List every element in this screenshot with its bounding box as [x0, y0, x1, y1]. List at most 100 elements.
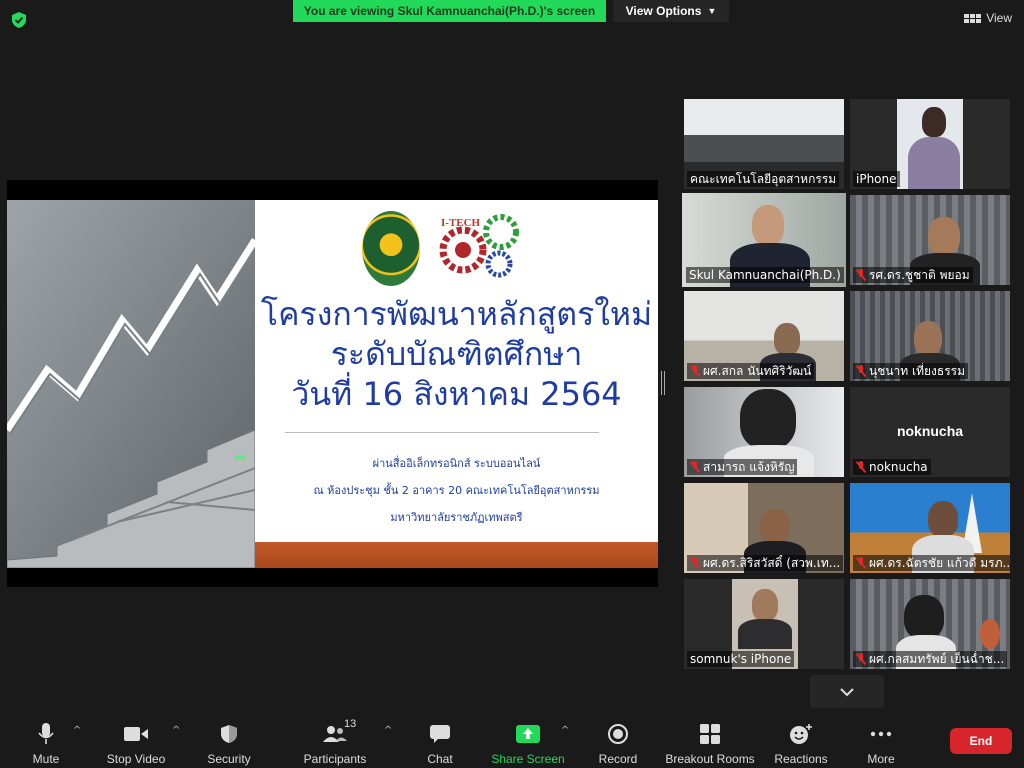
breakout-rooms-icon: [700, 724, 720, 744]
record-label: Record: [598, 752, 638, 766]
participant-name-label: รศ.ดร.ชูชาติ พยอม: [853, 267, 973, 283]
slide-text-area: I-TECH โครงการพัฒนาหลักสูตรใหม่ ระดับบัณ…: [255, 200, 658, 568]
stop-video-label: Stop Video: [106, 752, 166, 766]
chevron-down-icon: ▼: [707, 6, 717, 16]
more-button[interactable]: More: [862, 715, 900, 768]
video-tile[interactable]: iPhone: [850, 99, 1010, 189]
slide-subtitle: ผ่านสื่ออิเล็กทรอนิกส์ ระบบออนไลน์ ณ ห้อ…: [255, 450, 658, 531]
presentation-slide: I-TECH โครงการพัฒนาหลักสูตรใหม่ ระดับบัณ…: [7, 200, 658, 568]
mic-muted-icon: [856, 365, 866, 377]
mute-button[interactable]: Mute: [26, 715, 66, 768]
slide-title: โครงการพัฒนาหลักสูตรใหม่ ระดับบัณฑิตศึกษ…: [255, 294, 658, 414]
participant-name-label: somnuk's iPhone: [687, 651, 795, 667]
end-meeting-button[interactable]: End: [950, 728, 1012, 754]
video-tile-no-video[interactable]: noknucha noknucha: [850, 387, 1010, 477]
mic-muted-icon: [690, 365, 700, 377]
participant-name-label: ผศ.ดร.ฉัตรชัย แก้วดี มรภ...: [853, 555, 1010, 571]
participants-count: 13: [344, 718, 357, 730]
share-screen-label: Share Screen: [491, 752, 565, 766]
video-camera-icon: [124, 727, 148, 741]
participants-button[interactable]: 13 Participants: [302, 715, 368, 768]
participant-name: ผศ.ดร.ฉัตรชัย แก้วดี มรภ...: [869, 555, 1010, 570]
more-dots-icon: [870, 731, 892, 737]
participant-name-label: Skul Kamnuanchai(Ph.D.): [686, 267, 844, 283]
mic-muted-icon: [856, 461, 866, 473]
participant-name-label: สามารถ แจ้งหิรัญ: [687, 459, 798, 475]
audio-options-caret-icon[interactable]: ^: [73, 725, 81, 736]
stop-video-button[interactable]: Stop Video: [104, 715, 168, 768]
mute-label: Mute: [32, 752, 60, 766]
slide-title-line: วันที่ 16 สิงหาคม 2564: [291, 375, 622, 413]
chevron-down-icon: [840, 687, 854, 696]
share-options-caret-icon[interactable]: ^: [561, 725, 569, 736]
video-tile[interactable]: ผศ.สกล นันทศิริวัฒน์: [684, 291, 844, 381]
mic-muted-icon: [690, 461, 700, 473]
participant-name: ผศ.กลสมทรัพย์ เย็นฉ่ำช...: [869, 651, 1005, 666]
video-tile[interactable]: นุชนาท เที่ยงธรรม: [850, 291, 1010, 381]
participant-name-label: คณะเทคโนโลยีอุตสาหกรรม: [687, 171, 840, 187]
video-tile[interactable]: ผศ.กลสมทรัพย์ เย็นฉ่ำช...: [850, 579, 1010, 669]
stairs-graph-image: [7, 200, 255, 568]
record-button[interactable]: Record: [596, 715, 640, 768]
security-button[interactable]: Security: [204, 715, 254, 768]
breakout-rooms-label: Breakout Rooms: [665, 752, 755, 766]
participant-name-label: noknucha: [853, 459, 931, 475]
microphone-icon: [38, 723, 54, 744]
grid-view-icon: [964, 13, 982, 23]
participant-name-label: ผศ.กลสมทรัพย์ เย็นฉ่ำช...: [853, 651, 1008, 667]
reactions-label: Reactions: [774, 752, 828, 766]
itech-faculty-logo: I-TECH: [439, 214, 519, 278]
slide-divider: [285, 432, 599, 433]
smiley-plus-icon: [790, 724, 812, 744]
chat-bubble-icon: [430, 725, 450, 743]
participant-name: คณะเทคโนโลยีอุตสาหกรรม: [690, 171, 837, 186]
participant-name: รศ.ดร.ชูชาติ พยอม: [869, 267, 970, 282]
security-label: Security: [207, 752, 251, 766]
participant-name-label: ผศ.ดร.สิริสวัสดิ์ (สวพ.เท...: [687, 555, 844, 571]
mic-muted-icon: [856, 653, 866, 665]
gallery-next-page-button[interactable]: [810, 675, 884, 708]
video-tile[interactable]: ผศ.ดร.สิริสวัสดิ์ (สวพ.เท...: [684, 483, 844, 573]
university-seal-logo: [362, 211, 420, 286]
logo-wordmark: I-TECH: [441, 217, 481, 229]
participants-label: Participants: [303, 752, 367, 766]
participant-name-label: iPhone: [853, 171, 900, 187]
participant-name: iPhone: [856, 172, 897, 186]
participants-options-caret-icon[interactable]: ^: [384, 725, 392, 736]
video-tile[interactable]: คณะเทคโนโลยีอุตสาหกรรม: [684, 99, 844, 189]
share-screen-icon: [516, 725, 540, 743]
record-icon: [608, 724, 628, 744]
shared-screen: I-TECH โครงการพัฒนาหลักสูตรใหม่ ระดับบัณ…: [7, 180, 658, 587]
video-tile[interactable]: somnuk's iPhone: [684, 579, 844, 669]
slide-title-line: โครงการพัฒนาหลักสูตรใหม่: [260, 295, 653, 333]
view-layout-button[interactable]: View: [964, 11, 1012, 25]
share-screen-button[interactable]: Share Screen: [491, 715, 565, 768]
video-tile[interactable]: สามารถ แจ้งหิรัญ: [684, 387, 844, 477]
reactions-button[interactable]: Reactions: [772, 715, 830, 768]
video-options-caret-icon[interactable]: ^: [172, 725, 180, 736]
panel-resize-handle[interactable]: [661, 371, 665, 395]
meeting-toolbar: Mute ^ Stop Video ^ Security 13 Particip…: [0, 715, 1024, 768]
video-tile-active-speaker[interactable]: Skul Kamnuanchai(Ph.D.): [682, 193, 846, 287]
slide-subtitle-line: มหาวิทยาลัยราชภัฏเทพสตรี: [390, 511, 523, 524]
participant-name: Skul Kamnuanchai(Ph.D.): [689, 268, 841, 282]
slide-subtitle-line: ผ่านสื่ออิเล็กทรอนิกส์ ระบบออนไลน์: [372, 457, 541, 470]
video-tile[interactable]: รศ.ดร.ชูชาติ พยอม: [850, 195, 1010, 285]
chat-label: Chat: [427, 752, 453, 766]
security-shield-icon[interactable]: [10, 11, 28, 29]
chat-button[interactable]: Chat: [420, 715, 460, 768]
video-tile[interactable]: ผศ.ดร.ฉัตรชัย แก้วดี มรภ...: [850, 483, 1010, 573]
mic-muted-icon: [690, 557, 700, 569]
slide-subtitle-line: ณ ห้องประชุม ชั้น 2 อาคาร 20 คณะเทคโนโลย…: [313, 484, 600, 497]
slide-title-line: ระดับบัณฑิตศึกษา: [330, 335, 583, 373]
participant-display-name: noknucha: [896, 423, 964, 439]
breakout-rooms-button[interactable]: Breakout Rooms: [664, 715, 756, 768]
participant-name: สามารถ แจ้งหิรัญ: [703, 459, 795, 474]
view-label: View: [986, 11, 1012, 25]
view-options-button[interactable]: View Options ▼: [613, 0, 729, 22]
participant-name: ผศ.ดร.สิริสวัสดิ์ (สวพ.เท...: [703, 555, 841, 570]
participant-name: somnuk's iPhone: [690, 652, 792, 666]
viewing-screen-banner: You are viewing Skul Kamnuanchai(Ph.D.)'…: [293, 0, 606, 22]
view-options-label: View Options: [625, 4, 702, 18]
mic-muted-icon: [856, 557, 866, 569]
